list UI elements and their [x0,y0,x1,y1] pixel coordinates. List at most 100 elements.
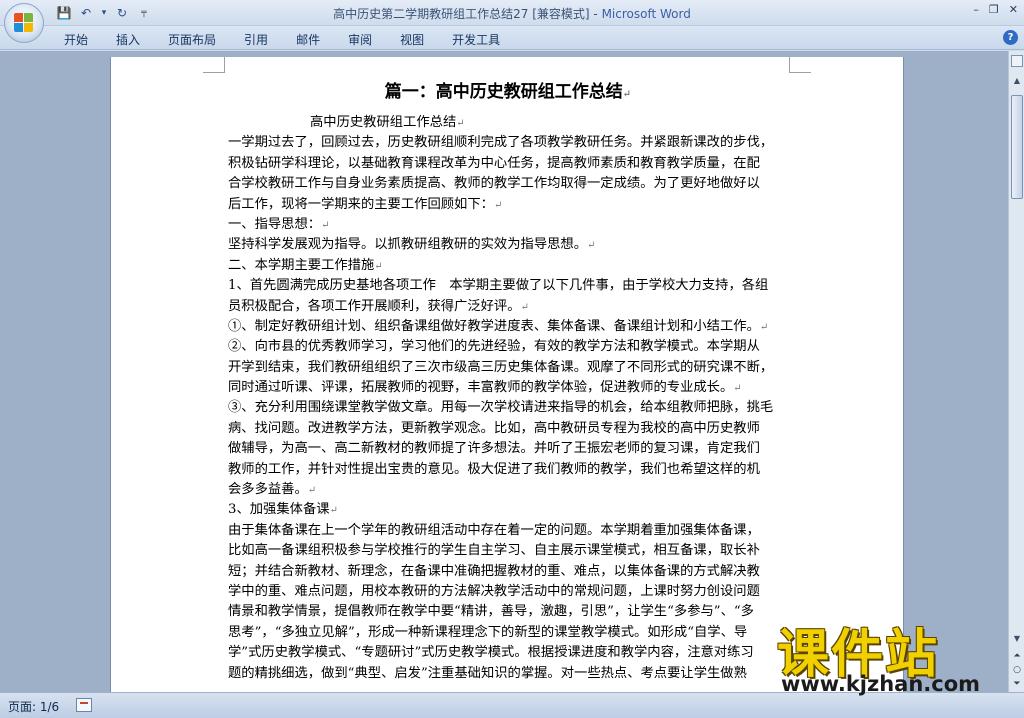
app-name: Microsoft Word [601,7,691,21]
line-text: 教师的工作，并针对性提出宝贵的意见。极大促进了我们教师的教学，我们也希望这样的机 [228,461,760,477]
tab-developer[interactable]: 开发工具 [438,31,514,48]
paragraph-line: 题的精挑细选，做到“典型、启发”注重基础知识的掌握。对一些热点、考点要让学生做熟 [228,664,788,684]
tab-insert[interactable]: 插入 [102,31,154,48]
line-text: 一、指导思想： [228,216,322,232]
scroll-down-arrow-icon[interactable]: ▼ [1009,631,1024,647]
ribbon-tab-bar: 开始 插入 页面布局 引用 邮件 审阅 视图 开发工具 ? [0,26,1024,50]
document-content[interactable]: 篇一：高中历史教研组工作总结↵ 高中历史教研组工作总结↵ 一学期过去了，回顾过去，… [228,77,788,684]
paragraph-line: 学中的重、难点问题，用校本教研的方法解决教学活动中的常规问题，上课时努力创设问题 [228,582,788,602]
line-text: 开学到结束，我们教研组组织了三次市级高三历史集体备课。观摩了不同形式的研究课不断… [228,359,774,375]
paragraph-line: 二、本学期主要工作措施↵ [228,256,788,276]
line-text: 做辅导，为高一、高二新教材的教师提了许多想法。并听了王振宏老师的复习课，肯定我们 [228,441,760,457]
line-text: 学”式历史教学模式、“专题研讨”式历史教学模式。根据授课进度和教学内容，注意对练… [228,645,754,661]
line-text: 题的精挑细选，做到“典型、启发”注重基础知识的掌握。对一些热点、考点要让学生做熟 [228,665,747,681]
page-number-indicator[interactable]: 页面: 1/6 [8,698,59,715]
select-browse-object-icon[interactable]: ○ [1010,663,1024,677]
minimize-button[interactable]: – [973,3,979,16]
paragraph-mark-icon: ↵ [759,321,769,333]
paragraph-mark-icon: ↵ [520,301,529,313]
paragraph-mark-icon: ↵ [493,199,503,211]
paragraph-line: 情景和教学情景，提倡教师在教学中要“精讲，善导，激趣，引思”，让学生“多参与”、… [228,602,788,622]
previous-page-icon[interactable]: ⏶ [1010,649,1024,663]
line-text: 会多多益善。 [228,482,308,498]
paragraph-mark-icon: ↵ [733,383,742,395]
paragraph-line: 高中历史教研组工作总结↵ [228,113,788,133]
title-separator: - [589,7,602,21]
paragraph-line: 1、首先圆满完成历史基地各项工作 本学期主要做了以下几件事，由于学校大力支持，各… [228,276,788,296]
kjzhan-watermark-logo: 课件站 www.kjzhan.com [777,608,1007,696]
proofing-status-icon[interactable] [76,698,92,712]
tab-review[interactable]: 审阅 [334,31,386,48]
line-text: 由于集体备课在上一个学年的教研组活动中存在着一定的问题。本学期着重加强集体备课， [228,522,760,538]
line-text: 情景和教学情景，提倡教师在教学中要“精讲，善导，激趣，引思”，让学生“多参与”、… [228,604,754,620]
document-page[interactable]: 篇一：高中历史教研组工作总结↵ 高中历史教研组工作总结↵ 一学期过去了，回顾过去，… [110,57,904,692]
line-text: ②、向市县的优秀教师学习，学习他们的先进经验，有效的教学方法和教学模式。本学期从 [228,339,760,355]
line-text: 短；并结合新教材、新理念，在备课中准确把握教材的重、难点，以集体备课的方式解决教 [228,563,760,579]
paragraph-lines: 高中历史教研组工作总结↵ 一学期过去了，回顾过去，历史教研组顺利完成了各项教学教研… [228,113,788,684]
ribbon-tabs: 开始 插入 页面布局 引用 邮件 审阅 视图 开发工具 [50,31,514,48]
paragraph-line: ③、充分利用围绕课堂教学做文章。用每一次学校请进来指导的机会，给本组教师把脉，挑… [228,398,788,418]
paragraph-line: 比如高一备课组积极参与学校推行的学生自主学习、自主展示课堂模式，相互备课，取长补 [228,541,788,561]
paragraph-line: 一学期过去了，回顾过去，历史教研组顺利完成了各项教学教研任务。并紧跟新课改的步伐… [228,133,788,153]
scroll-thumb[interactable] [1011,95,1023,199]
paragraph-line: 教师的工作，并针对性提出宝贵的意见。极大促进了我们教师的教学，我们也希望这样的机 [228,460,788,480]
crop-mark-top-left [203,57,225,73]
line-text: 病、找问题。改进教学方法，更新教学观念。比如，高中教研员专程为我校的高中历史教师 [228,420,760,436]
tab-mailings[interactable]: 邮件 [282,31,334,48]
line-text: 1、首先圆满完成历史基地各项工作 本学期主要做了以下几件事，由于学校大力支持，各… [228,278,769,294]
line-text: ①、制定好教研组计划、组织备课组做好教学进度表、集体备课、备课组计划和小结工作。 [228,318,760,334]
help-icon[interactable]: ? [1003,30,1018,45]
restore-button[interactable]: ❐ [989,3,999,16]
paragraph-mark-icon: ↵ [321,219,330,231]
paragraph-line: 3、加强集体备课↵ [228,500,788,520]
close-button[interactable]: ✕ [1009,3,1018,16]
window-controls: – ❐ ✕ [973,3,1018,16]
view-ruler-button[interactable] [1011,55,1023,67]
line-text: 坚持科学发展观为指导。以抓教研组教研的实效为指导思想。 [228,237,588,253]
line-text: 3、加强集体备课 [228,502,330,518]
next-page-icon[interactable]: ⏷ [1010,677,1024,691]
tab-view[interactable]: 视图 [386,31,438,48]
line-text: 员积极配合，各项工作开展顺利，获得广泛好评。 [228,298,521,314]
vertical-scrollbar[interactable]: ▲ ▼ ⏶ ○ ⏷ [1008,51,1024,692]
paragraph-line: 学”式历史教学模式、“专题研讨”式历史教学模式。根据授课进度和教学内容，注意对练… [228,643,788,663]
paragraph-line: 开学到结束，我们教研组组织了三次市级高三历史集体备课。观摩了不同形式的研究课不断… [228,358,788,378]
scroll-up-arrow-icon[interactable]: ▲ [1009,73,1024,89]
paragraph-mark-icon: ↵ [329,505,338,517]
tab-home[interactable]: 开始 [50,31,102,48]
line-text: 后工作，现将一学期来的主要工作回顾如下： [228,196,494,212]
line-text: 一学期过去了，回顾过去，历史教研组顺利完成了各项教学教研任务。并紧跟新课改的步伐… [228,135,774,151]
office-logo-icon [14,13,34,33]
watermark-url: www.kjzhan.com [781,672,981,696]
window-title: 高中历史第二学期教研组工作总结27 [兼容模式] - Microsoft Wor… [0,5,1024,22]
paragraph-mark-icon: ↵ [456,118,465,129]
paragraph-line: 病、找问题。改进教学方法，更新教学观念。比如，高中教研员专程为我校的高中历史教师 [228,419,788,439]
paragraph-line: 后工作，现将一学期来的主要工作回顾如下：↵ [228,195,788,215]
paragraph-line: 思考”，“多独立见解”，形成一种新课程理念下的新型的课堂教学模式。如形成“自学、… [228,623,788,643]
paragraph-line: ②、向市县的优秀教师学习，学习他们的先进经验，有效的教学方法和教学模式。本学期从 [228,337,788,357]
line-text: 二、本学期主要工作措施 [228,257,375,273]
line-text: 积极钻研学科理论，以基础教育课程改革为中心任务，提高教师素质和教育教学质量，在配 [228,155,760,171]
paragraph-mark-icon: ↵ [374,260,383,272]
document-title: 高中历史第二学期教研组工作总结27 [兼容模式] [333,7,590,21]
paragraph-line: ①、制定好教研组计划、组织备课组做好教学进度表、集体备课、备课组计划和小结工作。… [228,317,788,337]
tab-page-layout[interactable]: 页面布局 [154,31,230,48]
line-text: 比如高一备课组积极参与学校推行的学生自主学习、自主展示课堂模式，相互备课，取长补 [228,543,760,559]
paragraph-line: 短；并结合新教材、新理念，在备课中准确把握教材的重、难点，以集体备课的方式解决教 [228,562,788,582]
paragraph-line: 坚持科学发展观为指导。以抓教研组教研的实效为指导思想。↵ [228,235,788,255]
paragraph-line: 一、指导思想：↵ [228,215,788,235]
paragraph-line: 做辅导，为高一、高二新教材的教师提了许多想法。并听了王振宏老师的复习课，肯定我们 [228,439,788,459]
line-text: 思考”，“多独立见解”，形成一种新课程理念下的新型的课堂教学模式。如形成“自学、… [228,624,748,640]
paragraph-line: 同时通过听课、评课，拓展教师的视野，丰富教师的教学体验，促进教师的专业成长。↵ [228,378,788,398]
paragraph-line: 会多多益善。↵ [228,480,788,500]
line-text: 学中的重、难点问题，用校本教研的方法解决教学活动中的常规问题，上课时努力创设问题 [228,583,760,599]
office-button[interactable] [4,3,44,43]
paragraph-line: 合学校教研工作与自身业务素质提高、教师的教学工作均取得一定成绩。为了更好地做好以 [228,174,788,194]
paragraph-line: 由于集体备课在上一个学年的教研组活动中存在着一定的问题。本学期着重加强集体备课， [228,521,788,541]
tab-references[interactable]: 引用 [230,31,282,48]
line-text: 合学校教研工作与自身业务素质提高、教师的教学工作均取得一定成绩。为了更好地做好以 [228,176,760,192]
line-text: 同时通过听课、评课，拓展教师的视野，丰富教师的教学体验，促进教师的专业成长。 [228,380,734,396]
crop-mark-top-right [789,57,811,73]
document-heading: 篇一：高中历史教研组工作总结↵ [384,82,632,102]
paragraph-mark-icon: ↵ [587,240,596,252]
